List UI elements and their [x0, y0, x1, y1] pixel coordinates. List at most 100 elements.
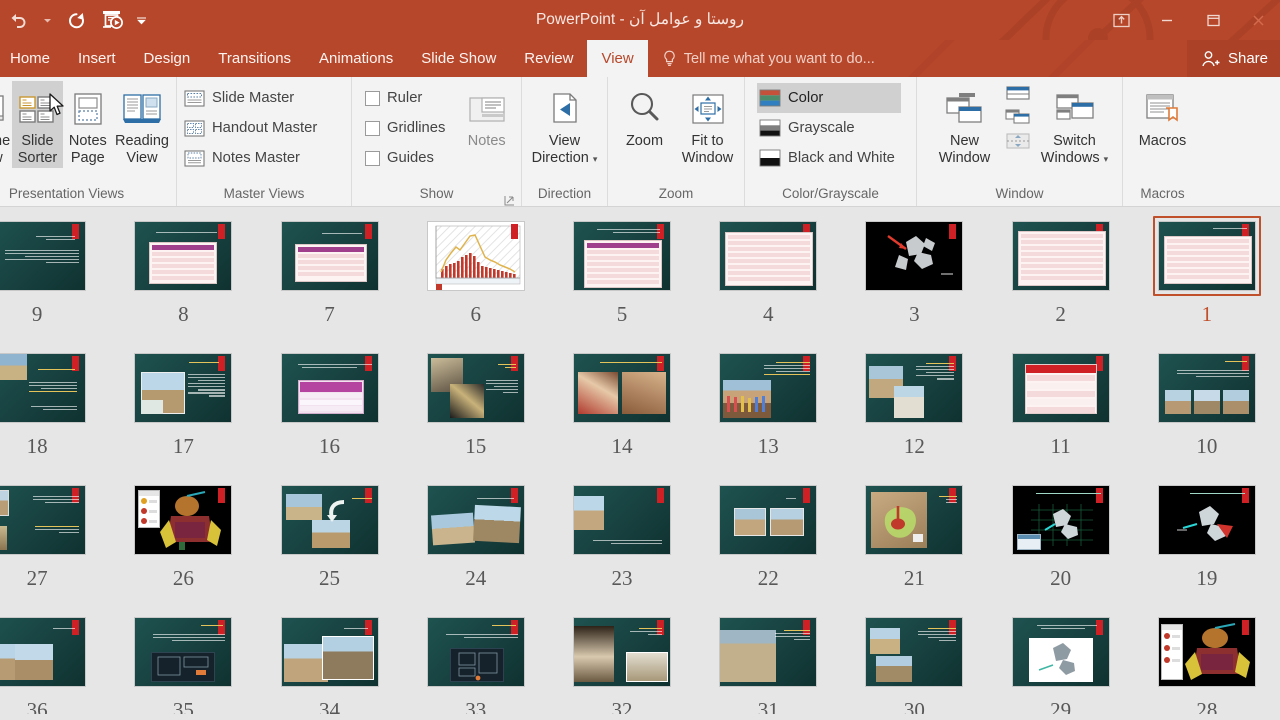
slide-thumbnail[interactable]: [134, 485, 233, 555]
slide-thumb-frame[interactable]: [0, 480, 91, 560]
slide-thumb-frame[interactable]: [1007, 612, 1115, 692]
slide-thumb-frame[interactable]: [568, 348, 676, 428]
slide-thumb-frame[interactable]: [129, 612, 237, 692]
slide-thumb-cell[interactable]: 2: [988, 207, 1134, 327]
slide-thumbnail[interactable]: [1011, 617, 1110, 687]
slide-thumb-cell[interactable]: 7: [256, 207, 402, 327]
slide-thumb-cell[interactable]: 18: [0, 339, 110, 459]
slide-thumbnail[interactable]: [1157, 221, 1256, 291]
slide-thumb-cell[interactable]: 24: [403, 471, 549, 591]
slide-thumb-frame[interactable]: [860, 612, 968, 692]
slide-thumb-frame[interactable]: [129, 216, 237, 296]
slide-thumb-cell[interactable]: 21: [841, 471, 987, 591]
slide-thumb-cell[interactable]: 4: [695, 207, 841, 327]
slide-thumb-cell[interactable]: 14: [549, 339, 695, 459]
slide-thumb-frame[interactable]: [1152, 216, 1261, 296]
slide-thumbnail[interactable]: [572, 353, 671, 423]
slide-master-button[interactable]: Slide Master: [182, 83, 323, 113]
slide-thumb-cell[interactable]: 6: [403, 207, 549, 327]
slide-thumb-frame[interactable]: [568, 480, 676, 560]
close-button[interactable]: [1236, 0, 1280, 40]
slide-thumb-frame[interactable]: [568, 612, 676, 692]
slide-thumb-cell[interactable]: 23: [549, 471, 695, 591]
slide-thumbnail[interactable]: [719, 617, 818, 687]
slide-thumb-cell[interactable]: 11: [988, 339, 1134, 459]
notes-master-button[interactable]: Notes Master: [182, 143, 323, 173]
slide-thumbnail[interactable]: [134, 353, 233, 423]
slide-thumb-frame[interactable]: [1153, 348, 1261, 428]
cascade-button[interactable]: [1003, 108, 1037, 130]
slide-thumb-cell[interactable]: 22: [695, 471, 841, 591]
slide-thumb-cell[interactable]: 36: [0, 603, 110, 714]
slide-thumb-cell[interactable]: 31: [695, 603, 841, 714]
show-dialog-launcher[interactable]: [504, 193, 515, 206]
slide-thumb-cell[interactable]: 17: [110, 339, 256, 459]
slide-thumb-cell[interactable]: 26: [110, 471, 256, 591]
slide-thumb-cell[interactable]: 33: [403, 603, 549, 714]
slide-thumbnail[interactable]: [1157, 617, 1256, 687]
slide-thumb-cell[interactable]: 32: [549, 603, 695, 714]
slide-thumbnail[interactable]: [1011, 353, 1110, 423]
redo-button[interactable]: [58, 5, 94, 35]
slide-thumb-cell[interactable]: 12: [841, 339, 987, 459]
slide-thumb-cell[interactable]: 19: [1134, 471, 1280, 591]
slide-thumb-cell[interactable]: 9: [0, 207, 110, 327]
slide-thumb-cell[interactable]: 27: [0, 471, 110, 591]
ribbon-display-options-button[interactable]: [1098, 0, 1144, 40]
slide-thumb-cell[interactable]: 16: [256, 339, 402, 459]
slide-thumbnail[interactable]: [572, 485, 671, 555]
slide-thumbnail[interactable]: [865, 485, 964, 555]
slide-thumbnail[interactable]: [0, 353, 87, 423]
slide-sorter-button[interactable]: Slide Sorter: [12, 81, 64, 168]
slide-thumbnail[interactable]: [865, 617, 964, 687]
arrange-all-button[interactable]: [1003, 85, 1037, 106]
customize-qat-button[interactable]: [130, 5, 152, 35]
reading-view-button[interactable]: Reading View: [113, 81, 171, 168]
notes-button[interactable]: Notes: [457, 81, 516, 152]
slide-thumb-frame[interactable]: [0, 612, 91, 692]
share-button[interactable]: Share: [1186, 40, 1280, 77]
slide-thumbnail[interactable]: [280, 617, 379, 687]
undo-dropdown[interactable]: [36, 5, 58, 35]
slide-thumbnail[interactable]: [865, 353, 964, 423]
slide-thumbnail[interactable]: [134, 221, 233, 291]
tab-animations[interactable]: Animations: [305, 40, 407, 77]
guides-checkbox[interactable]: [365, 150, 380, 166]
slide-thumb-frame[interactable]: [1007, 216, 1115, 296]
slide-thumb-frame[interactable]: [1007, 480, 1115, 560]
tab-slide-show[interactable]: Slide Show: [407, 40, 510, 77]
outline-view-button[interactable]: Outline View: [0, 81, 12, 168]
slide-thumb-cell[interactable]: 10: [1134, 339, 1280, 459]
slide-thumb-frame[interactable]: [860, 216, 968, 296]
slide-thumbnail[interactable]: [0, 485, 87, 555]
slide-thumb-cell[interactable]: 28: [1134, 603, 1280, 714]
tell-me-search[interactable]: Tell me what you want to do...: [648, 40, 885, 77]
guides-checkbox-row[interactable]: Guides: [363, 143, 451, 173]
slide-thumb-frame[interactable]: [422, 216, 530, 296]
slide-sorter-pane[interactable]: 9 8 7 6 5 4 3 2 1 18 17 16 15 14 13 12 1…: [0, 207, 1280, 714]
slide-thumbnail[interactable]: [1157, 485, 1256, 555]
black-and-white-button[interactable]: Black and White: [757, 143, 901, 173]
undo-button[interactable]: [0, 5, 36, 35]
slide-thumb-cell[interactable]: 35: [110, 603, 256, 714]
slide-thumb-frame[interactable]: [714, 348, 822, 428]
slide-thumb-frame[interactable]: [1153, 480, 1261, 560]
slide-thumb-frame[interactable]: [276, 612, 384, 692]
slide-thumbnail[interactable]: [280, 221, 379, 291]
slide-thumb-frame[interactable]: [422, 348, 530, 428]
slide-thumbnail[interactable]: [719, 221, 818, 291]
slide-thumbnail[interactable]: [1157, 353, 1256, 423]
notes-page-button[interactable]: Notes Page: [63, 81, 113, 168]
slide-thumbnail[interactable]: [719, 353, 818, 423]
slide-thumbnail[interactable]: [426, 353, 525, 423]
slide-thumb-cell[interactable]: 34: [256, 603, 402, 714]
view-direction-button[interactable]: View Direction ▾: [529, 81, 601, 169]
slide-thumb-frame[interactable]: [422, 612, 530, 692]
slide-thumbnail[interactable]: [426, 221, 525, 291]
slide-thumb-frame[interactable]: [129, 348, 237, 428]
minimize-button[interactable]: [1144, 0, 1190, 40]
slide-thumbnail[interactable]: [280, 353, 379, 423]
slide-thumb-cell[interactable]: 8: [110, 207, 256, 327]
slide-thumbnail[interactable]: [280, 485, 379, 555]
tab-view[interactable]: View: [587, 40, 648, 77]
